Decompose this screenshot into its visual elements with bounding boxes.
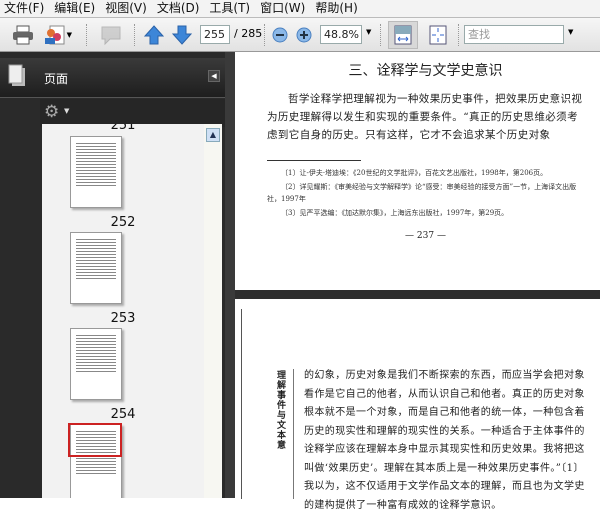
- print-button[interactable]: [10, 23, 36, 47]
- body-text: 哲学诠释学把理解视为一种效果历史事件，把效果历史意识视为历史理解得以发生和实现的…: [267, 93, 583, 141]
- page-thumbnail[interactable]: [70, 136, 122, 208]
- body-text: 的幻象，历史对象是我们不断探索的东西，而应当学会把对象看作是它自己的他者，从而认…: [304, 370, 585, 511]
- zoom-dropdown-arrow[interactable]: ▼: [366, 28, 371, 36]
- panel-splitter[interactable]: [225, 52, 235, 498]
- collapse-panel-button[interactable]: ◀: [208, 70, 220, 82]
- thumbnail-label: 251: [110, 124, 136, 133]
- next-page-button[interactable]: [170, 23, 194, 47]
- total-pages: / 285: [234, 27, 263, 40]
- toolbar: ▼ 255 / 285 48.8% ▼ 查找 ▼: [0, 18, 600, 52]
- running-title: 理解事件与文本意: [277, 371, 287, 451]
- thumbnail-scrollbar[interactable]: ▲: [204, 124, 222, 498]
- thumbnail-label: 253: [110, 311, 136, 326]
- scroll-up-button[interactable]: ▲: [206, 128, 220, 142]
- page-number: — 237 —: [405, 231, 446, 241]
- panel-title: 页面: [44, 72, 69, 86]
- comment-button[interactable]: [96, 23, 126, 47]
- menu-bar: 文件(F) 编辑(E) 视图(V) 文档(D) 工具(T) 窗口(W) 帮助(H…: [0, 0, 600, 18]
- page-238: 理解事件与文本意 的幻象，历史对象是我们不断探索的东西，而应当学会把对象看作是它…: [235, 299, 600, 511]
- footnote: 〔1〕让-伊夫·塔迪埃：《20世纪的文学批评》，百花文艺出版社，1998年，第2…: [281, 169, 548, 177]
- menu-window[interactable]: 窗口(W): [256, 0, 311, 17]
- thumbnail-label: 254: [110, 407, 136, 422]
- menu-tools[interactable]: 工具(T): [205, 0, 256, 17]
- visible-area-highlight[interactable]: [68, 423, 122, 457]
- fit-page-button[interactable]: [426, 23, 450, 47]
- menu-view[interactable]: 视图(V): [101, 0, 153, 17]
- printer-icon: [13, 25, 33, 45]
- arrow-up-icon: [144, 25, 164, 45]
- users-icon: [45, 25, 65, 45]
- fit-page-icon: [429, 25, 447, 45]
- section-heading: 三、诠释学与文学史意识: [348, 63, 503, 79]
- panel-header: 页面 ◀: [0, 58, 225, 98]
- arrow-down-icon: [172, 25, 192, 45]
- collaborate-button[interactable]: ▼: [42, 23, 72, 47]
- document-view: 三、诠释学与文学史意识 哲学诠释学把理解视为一种效果历史事件，把效果历史意识视为…: [235, 52, 600, 511]
- previous-page-button[interactable]: [142, 23, 166, 47]
- footnote: 〔2〕详见耀斯：《审美经验与文学解释学》论“感受：审美经验的接受方面”一节，上海…: [267, 183, 577, 203]
- thumbnail-list: 251 252 253 254: [42, 124, 204, 498]
- speech-bubble-icon: [101, 26, 121, 46]
- fit-width-button[interactable]: [388, 21, 418, 49]
- zoom-input[interactable]: 48.8%: [320, 25, 362, 44]
- page-number-input[interactable]: 255: [200, 25, 230, 44]
- page-gap: [235, 290, 600, 299]
- fit-width-icon: [394, 25, 412, 45]
- page-thumbnail[interactable]: [70, 328, 122, 400]
- page-thumbnail[interactable]: [70, 232, 122, 304]
- page-237: 三、诠释学与文学史意识 哲学诠释学把理解视为一种效果历史事件，把效果历史意识视为…: [235, 52, 600, 290]
- pages-icon: [8, 64, 25, 86]
- search-input[interactable]: 查找: [464, 25, 564, 44]
- minus-circle-icon: [272, 27, 288, 43]
- menu-edit[interactable]: 编辑(E): [50, 0, 101, 17]
- zoom-out-button[interactable]: [270, 23, 290, 47]
- pages-panel: 页面 ◀ ⚙ ▼ 251 252 253 254 ▲: [0, 52, 225, 498]
- options-row: ⚙ ▼: [40, 99, 225, 127]
- thumbnail-label: 252: [110, 215, 136, 230]
- menu-document[interactable]: 文档(D): [153, 0, 206, 17]
- search-dropdown-arrow[interactable]: ▼: [568, 28, 573, 36]
- menu-help[interactable]: 帮助(H): [311, 0, 363, 17]
- plus-circle-icon: [296, 27, 312, 43]
- menu-file[interactable]: 文件(F): [0, 0, 50, 17]
- zoom-in-button[interactable]: [294, 23, 314, 47]
- footnote: 〔3〕见严平选编：《加达默尔集》，上海远东出版社，1997年，第29页。: [281, 209, 509, 217]
- chevron-down-icon[interactable]: ▼: [64, 107, 69, 115]
- gear-icon[interactable]: ⚙: [44, 102, 59, 122]
